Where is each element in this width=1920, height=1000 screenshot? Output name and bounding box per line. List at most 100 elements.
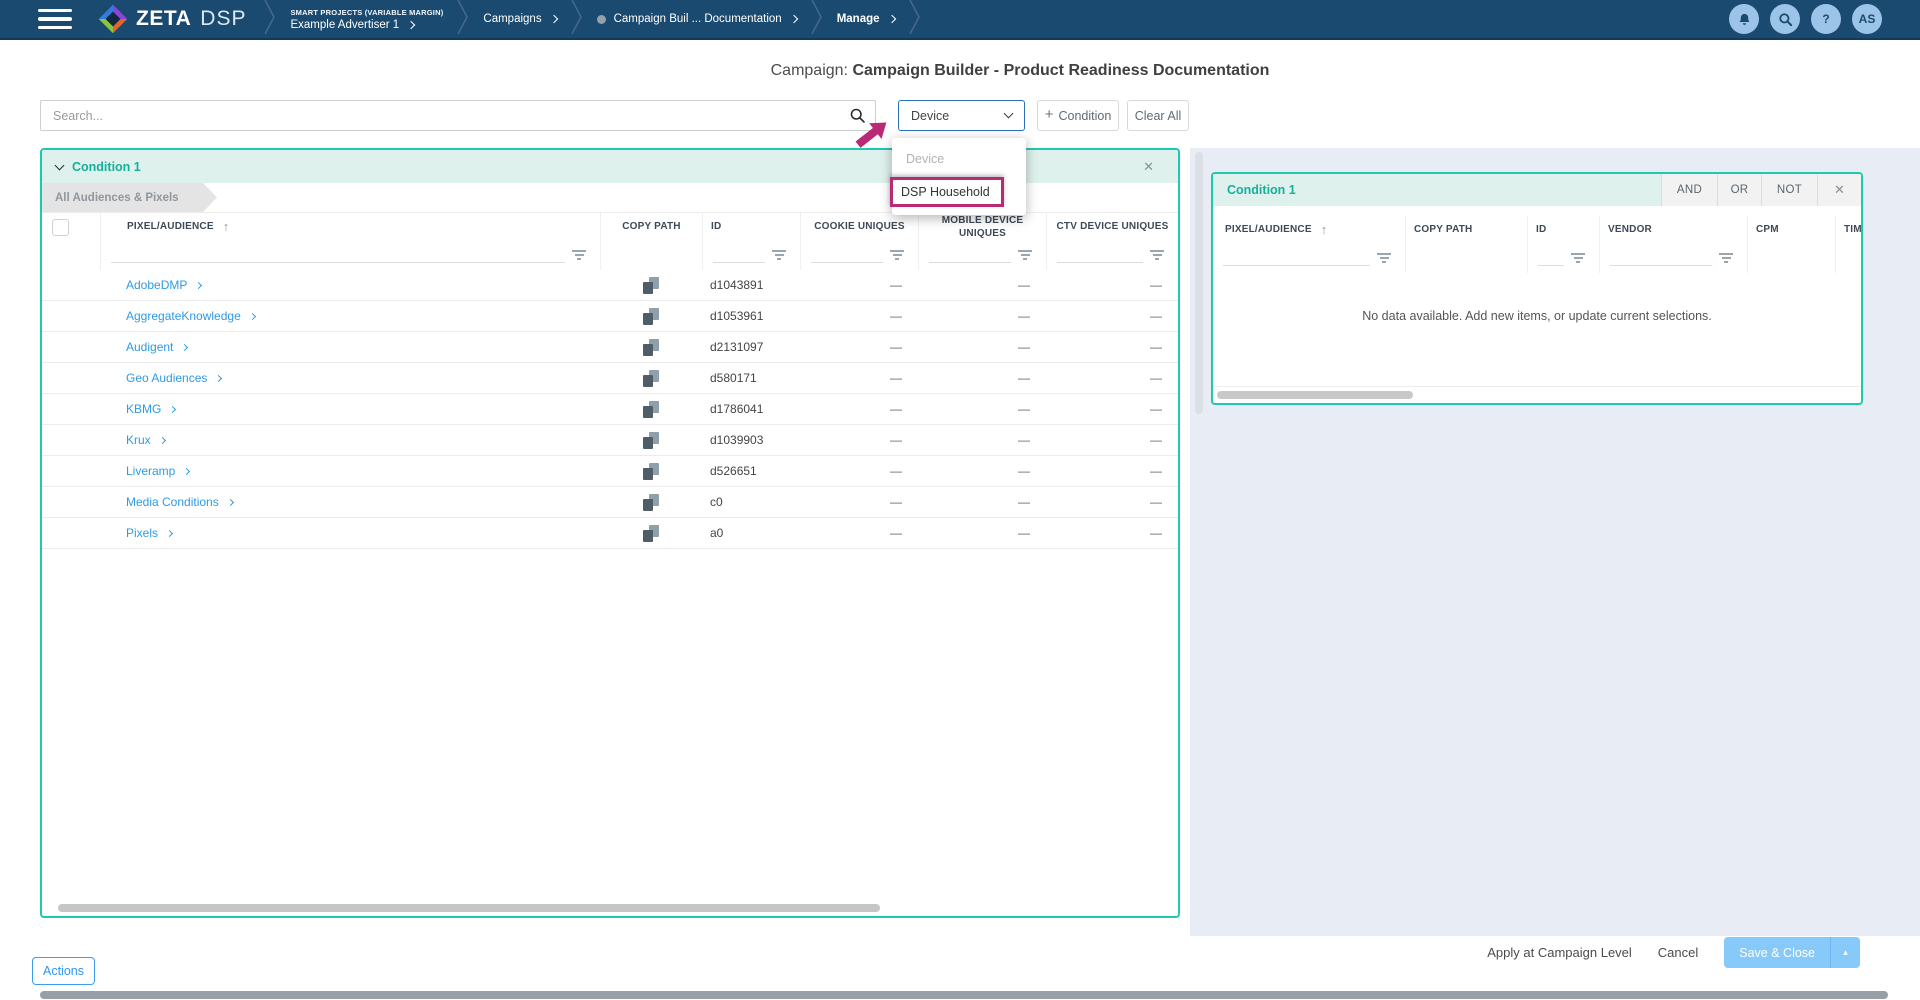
copy-path-icon[interactable] bbox=[643, 370, 659, 387]
sort-asc-icon: ↑ bbox=[223, 219, 230, 235]
column-header-id[interactable]: ID bbox=[702, 213, 800, 242]
table-row: Krux d1039903 — — — bbox=[42, 425, 1178, 456]
tab-all-audiences-pixels[interactable]: All Audiences & Pixels bbox=[42, 183, 217, 212]
copy-path-icon[interactable] bbox=[643, 401, 659, 418]
column-header-cpm[interactable]: CPM bbox=[1747, 216, 1835, 245]
filter-row bbox=[1213, 245, 1861, 273]
column-header-copy-path[interactable]: COPY PATH bbox=[1405, 216, 1527, 245]
chevron-right-icon bbox=[227, 498, 234, 505]
condition-title: Condition 1 bbox=[72, 160, 141, 174]
actions-button[interactable]: Actions bbox=[32, 957, 95, 985]
breadcrumb-advertiser[interactable]: SMART PROJECTS (VARIABLE MARGIN) Example… bbox=[280, 8, 453, 31]
column-header-pixel-audience[interactable]: PIXEL/AUDIENCE ↑ bbox=[1213, 216, 1405, 245]
copy-path-icon[interactable] bbox=[643, 432, 659, 449]
ctv-uniques-value: — bbox=[1046, 433, 1178, 447]
column-header-ctv-device-uniques[interactable]: CTV DEVICE UNIQUES bbox=[1046, 213, 1178, 242]
condition-type-select[interactable]: Device bbox=[898, 100, 1025, 131]
copy-path-icon[interactable] bbox=[643, 494, 659, 511]
save-close-button[interactable]: Save & Close ▴ bbox=[1724, 937, 1860, 968]
filter-input-pixel-audience[interactable] bbox=[111, 249, 565, 263]
breadcrumb-campaigns[interactable]: Campaigns bbox=[473, 13, 566, 25]
dropdown-option-dsp-household[interactable]: DSP Household bbox=[890, 177, 1004, 207]
help-button[interactable]: ? bbox=[1811, 4, 1841, 34]
operator-and-button[interactable]: AND bbox=[1661, 174, 1717, 206]
close-icon[interactable]: ✕ bbox=[1143, 159, 1154, 175]
cookie-uniques-value: — bbox=[800, 340, 918, 354]
scroll-zone bbox=[1213, 386, 1861, 403]
table-row: AdobeDMP d1043891 — — — bbox=[42, 270, 1178, 301]
page-horizontal-scrollbar[interactable] bbox=[40, 991, 1888, 999]
row-link[interactable]: Krux bbox=[126, 433, 151, 447]
column-header-tim[interactable]: TIM bbox=[1835, 216, 1870, 245]
ctv-uniques-value: — bbox=[1046, 371, 1178, 385]
vertical-scrollbar[interactable] bbox=[1195, 152, 1203, 414]
filter-icon[interactable] bbox=[1150, 250, 1164, 262]
column-header-pixel-audience[interactable]: PIXEL/AUDIENCE ↑ bbox=[100, 213, 600, 242]
operator-or-button[interactable]: OR bbox=[1717, 174, 1761, 206]
notifications-button[interactable] bbox=[1729, 4, 1759, 34]
filter-icon[interactable] bbox=[890, 250, 904, 262]
filter-input-ctv-uniques[interactable] bbox=[1057, 249, 1143, 263]
copy-path-icon[interactable] bbox=[643, 525, 659, 542]
filter-icon[interactable] bbox=[1719, 253, 1733, 265]
filter-icon[interactable] bbox=[572, 250, 586, 262]
cookie-uniques-value: — bbox=[800, 278, 918, 292]
ctv-uniques-value: — bbox=[1046, 309, 1178, 323]
close-icon[interactable]: ✕ bbox=[1834, 182, 1845, 198]
filter-icon[interactable] bbox=[772, 250, 786, 262]
row-id: c0 bbox=[702, 495, 800, 509]
copy-path-icon[interactable] bbox=[643, 308, 659, 325]
copy-path-icon[interactable] bbox=[643, 339, 659, 356]
global-search-button[interactable] bbox=[1770, 4, 1800, 34]
filter-input-cookie-uniques[interactable] bbox=[811, 249, 883, 263]
filter-input-vendor[interactable] bbox=[1610, 252, 1712, 266]
clear-all-button[interactable]: Clear All bbox=[1127, 100, 1189, 131]
add-condition-button[interactable]: + Condition bbox=[1037, 100, 1119, 131]
breadcrumb-manage[interactable]: Manage bbox=[827, 13, 905, 25]
avatar[interactable]: AS bbox=[1852, 4, 1882, 34]
apply-campaign-level-link[interactable]: Apply at Campaign Level bbox=[1487, 945, 1632, 960]
filter-input-id[interactable] bbox=[713, 249, 765, 263]
caret-up-icon[interactable]: ▴ bbox=[1830, 937, 1860, 968]
column-header-cookie-uniques[interactable]: COOKIE UNIQUES bbox=[800, 213, 918, 242]
horizontal-scrollbar[interactable] bbox=[58, 904, 880, 912]
search-input[interactable] bbox=[41, 101, 849, 130]
copy-path-icon[interactable] bbox=[643, 463, 659, 480]
chevron-right-icon bbox=[166, 529, 173, 536]
filter-icon[interactable] bbox=[1377, 253, 1391, 265]
dropdown-option-device[interactable]: Device bbox=[892, 145, 1026, 173]
chevron-right-icon bbox=[789, 15, 797, 23]
row-link[interactable]: Audigent bbox=[126, 340, 173, 354]
copy-path-icon[interactable] bbox=[643, 277, 659, 294]
mobile-uniques-value: — bbox=[918, 526, 1046, 540]
operator-not-button[interactable]: NOT bbox=[1761, 174, 1817, 206]
row-id: d1043891 bbox=[702, 278, 800, 292]
select-all-checkbox[interactable] bbox=[52, 219, 69, 236]
column-header-vendor[interactable]: VENDOR bbox=[1599, 216, 1747, 245]
row-link[interactable]: AggregateKnowledge bbox=[126, 309, 241, 323]
filter-input-pixel-audience[interactable] bbox=[1223, 252, 1370, 266]
filter-icon[interactable] bbox=[1018, 250, 1032, 262]
horizontal-scrollbar[interactable] bbox=[1217, 391, 1413, 399]
row-link[interactable]: Liveramp bbox=[126, 464, 175, 478]
column-header-mobile-device-uniques[interactable]: MOBILE DEVICE UNIQUES bbox=[918, 213, 1046, 242]
filter-icon[interactable] bbox=[1571, 253, 1585, 265]
row-link[interactable]: KBMG bbox=[126, 402, 161, 416]
cancel-link[interactable]: Cancel bbox=[1658, 945, 1698, 960]
row-link[interactable]: Media Conditions bbox=[126, 495, 219, 509]
row-link[interactable]: Geo Audiences bbox=[126, 371, 207, 385]
row-id: a0 bbox=[702, 526, 800, 540]
row-id: d1053961 bbox=[702, 309, 800, 323]
hamburger-menu-icon[interactable] bbox=[38, 9, 72, 29]
filter-input-mobile-uniques[interactable] bbox=[929, 249, 1011, 263]
column-header-copy-path[interactable]: COPY PATH bbox=[600, 213, 702, 242]
mobile-uniques-value: — bbox=[918, 495, 1046, 509]
collapse-chevron-icon[interactable] bbox=[55, 160, 65, 170]
breadcrumb-campaign[interactable]: Campaign Buil ... Documentation bbox=[587, 13, 807, 25]
cookie-uniques-value: — bbox=[800, 402, 918, 416]
filter-input-id[interactable] bbox=[1538, 252, 1564, 266]
top-nav: ZETA DSP SMART PROJECTS (VARIABLE MARGIN… bbox=[0, 0, 1920, 40]
row-link[interactable]: AdobeDMP bbox=[126, 278, 187, 292]
column-header-id[interactable]: ID bbox=[1527, 216, 1599, 245]
row-link[interactable]: Pixels bbox=[126, 526, 158, 540]
